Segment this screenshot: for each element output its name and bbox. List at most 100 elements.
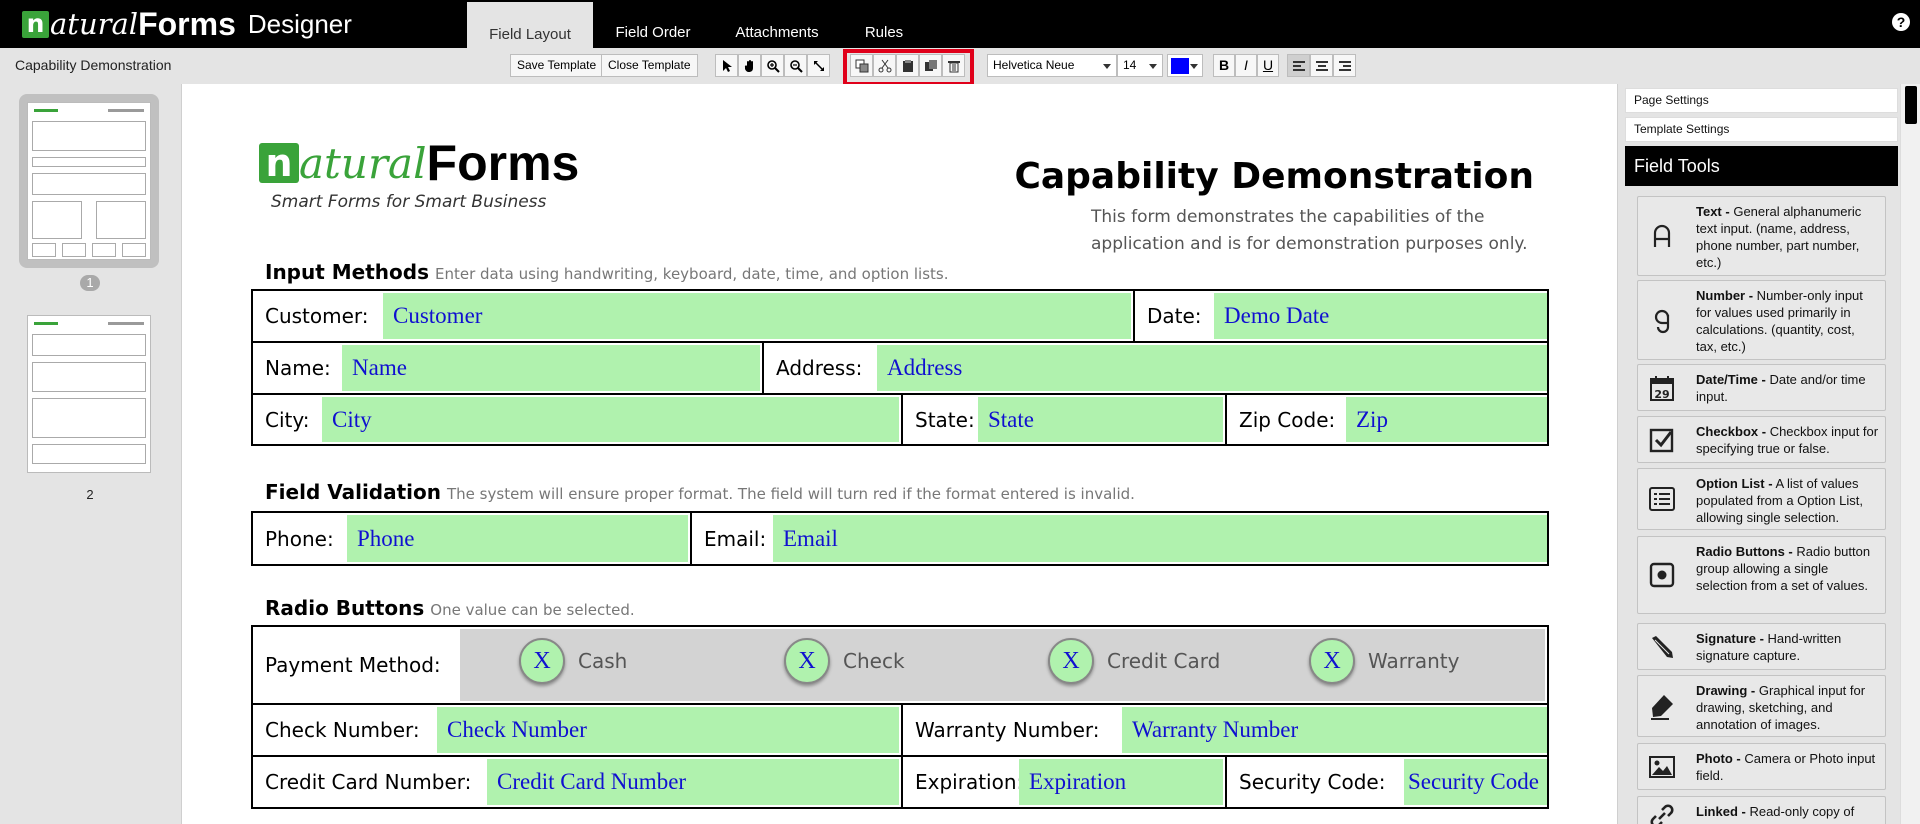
tab-field-order[interactable]: Field Order xyxy=(603,0,703,48)
zip-label: Zip Code: xyxy=(1239,407,1336,432)
name-label: Name: xyxy=(265,356,331,380)
zip-cell: Zip Code: Zip xyxy=(1225,395,1547,444)
form-row-customer: Customer: Customer Date: Demo Date xyxy=(251,289,1549,341)
page-number-1[interactable]: 1 xyxy=(80,275,100,291)
credit-card-number-field[interactable]: Credit Card Number xyxy=(487,759,899,805)
city-label: City: xyxy=(265,407,310,432)
radio-cash[interactable]: X Cash xyxy=(519,638,627,684)
tool-drawing[interactable]: Drawing - Graphical input for drawing, s… xyxy=(1637,675,1886,737)
fit-icon[interactable] xyxy=(807,54,830,77)
form-row-check-number: Check Number: Check Number Warranty Numb… xyxy=(251,703,1549,755)
customer-label: Customer: xyxy=(265,304,369,328)
pointer-icon[interactable] xyxy=(715,54,738,77)
name-field[interactable]: Name xyxy=(342,345,760,391)
tool-photo[interactable]: Photo - Camera or Photo input field. xyxy=(1637,743,1886,790)
radio-cash-button[interactable]: X xyxy=(519,638,565,684)
check-number-field[interactable]: Check Number xyxy=(437,707,899,753)
tool-option-list[interactable]: Option List - A list of values populated… xyxy=(1637,468,1886,530)
tool-name: Number - xyxy=(1696,288,1754,303)
font-size-value: 14 xyxy=(1123,58,1137,72)
address-field[interactable]: Address xyxy=(877,345,1547,391)
page-settings-bar[interactable]: Page Settings xyxy=(1625,88,1898,113)
radio-warranty-button[interactable]: X xyxy=(1309,638,1355,684)
calendar-icon: 29 xyxy=(1638,365,1686,410)
radio-check-button[interactable]: X xyxy=(784,638,830,684)
zip-field[interactable]: Zip xyxy=(1346,397,1547,442)
tool-signature[interactable]: Signature - Hand-written signature captu… xyxy=(1637,623,1886,670)
form-row-credit-card: Credit Card Number: Credit Card Number E… xyxy=(251,755,1549,809)
page-thumbnail-1[interactable] xyxy=(27,102,151,260)
email-field[interactable]: Email xyxy=(773,515,1547,562)
chevron-down-icon xyxy=(1149,64,1157,69)
page-number-2[interactable]: 2 xyxy=(80,487,100,502)
tab-attachments[interactable]: Attachments xyxy=(720,0,834,48)
tool-name: Option List - xyxy=(1696,476,1773,491)
tool-date-time[interactable]: 29 Date/Time - Date and/or time input. xyxy=(1637,364,1886,411)
radio-warranty[interactable]: X Warranty xyxy=(1309,638,1459,684)
align-right-icon[interactable] xyxy=(1333,54,1356,77)
city-cell: City: City xyxy=(253,395,901,444)
security-code-field[interactable]: Security Code xyxy=(1404,759,1547,805)
logo-n: n xyxy=(22,10,49,38)
radio-check[interactable]: X Check xyxy=(784,638,905,684)
tab-field-layout[interactable]: Field Layout xyxy=(467,0,593,48)
delete-icon[interactable] xyxy=(942,54,965,77)
form-canvas[interactable]: n atural Forms Smart Forms for Smart Busin… xyxy=(181,84,1618,824)
link-icon xyxy=(1638,797,1686,824)
radio-credit-card-button[interactable]: X xyxy=(1048,638,1094,684)
radio-credit-card[interactable]: X Credit Card xyxy=(1048,638,1220,684)
city-field[interactable]: City xyxy=(322,397,899,442)
bold-button[interactable]: B xyxy=(1213,54,1235,77)
align-left-icon[interactable] xyxy=(1287,54,1310,77)
tool-name: Radio Buttons - xyxy=(1696,544,1793,559)
section-subtitle: Enter data using handwriting, keyboard, … xyxy=(434,265,949,283)
chevron-down-icon xyxy=(1103,64,1111,69)
form-row-phone: Phone: Phone Email: Email xyxy=(251,511,1549,566)
help-icon[interactable]: ? xyxy=(1892,13,1910,31)
cut-icon[interactable] xyxy=(873,54,896,77)
scrollbar-thumb[interactable] xyxy=(1905,86,1917,124)
hand-pan-icon[interactable] xyxy=(738,54,761,77)
italic-button[interactable]: I xyxy=(1235,54,1257,77)
save-template-button[interactable]: Save Template xyxy=(510,54,604,77)
form-logo-tagline: Smart Forms for Smart Business xyxy=(271,192,547,212)
align-center-icon[interactable] xyxy=(1310,54,1333,77)
logo-designer: Designer xyxy=(247,8,352,39)
state-field[interactable]: State xyxy=(978,397,1223,442)
tool-radio-buttons[interactable]: Radio Buttons - Radio button group allow… xyxy=(1637,536,1886,614)
form-title: Capability Demonstration xyxy=(1014,156,1534,197)
tool-text[interactable]: Text - General alphanumeric text input. … xyxy=(1637,196,1886,276)
expiration-field[interactable]: Expiration xyxy=(1019,759,1223,805)
warranty-number-field[interactable]: Warranty Number xyxy=(1122,707,1547,753)
copy-icon[interactable] xyxy=(850,54,873,77)
font-color-picker[interactable] xyxy=(1167,54,1203,77)
zoom-in-icon[interactable] xyxy=(761,54,784,77)
section-title: Radio Buttons xyxy=(265,596,425,620)
expiration-cell: Expiration: Expiration xyxy=(901,757,1225,807)
radio-cash-label: Cash xyxy=(578,649,628,673)
tab-rules[interactable]: Rules xyxy=(853,0,915,48)
form-row-payment-method: Payment Method: X Cash X Check X Credit … xyxy=(251,625,1549,703)
tool-linked[interactable]: Linked - Read-only copy of xyxy=(1637,796,1886,824)
template-settings-bar[interactable]: Template Settings xyxy=(1625,117,1898,142)
page-thumbnail-2[interactable] xyxy=(27,315,151,473)
font-size-select[interactable]: 14 xyxy=(1117,54,1163,77)
text-tool-icon xyxy=(1638,197,1686,275)
date-field[interactable]: Demo Date xyxy=(1214,293,1547,339)
phone-field[interactable]: Phone xyxy=(347,515,688,562)
tool-checkbox[interactable]: Checkbox - Checkbox input for specifying… xyxy=(1637,416,1886,463)
customer-field[interactable]: Customer xyxy=(383,293,1131,339)
radio-credit-card-label: Credit Card xyxy=(1107,649,1221,673)
tool-name: Date/Time - xyxy=(1696,372,1766,387)
right-panel-scrollbar[interactable] xyxy=(1900,84,1920,824)
font-family-select[interactable]: Helvetica Neue xyxy=(987,54,1117,77)
underline-button[interactable]: U xyxy=(1257,54,1279,77)
tool-number[interactable]: Number - Number-only input for values us… xyxy=(1637,280,1886,360)
credit-card-number-label: Credit Card Number: xyxy=(265,770,472,794)
address-label: Address: xyxy=(776,356,863,380)
zoom-out-icon[interactable] xyxy=(784,54,807,77)
paste-icon[interactable] xyxy=(896,54,919,77)
form-logo: n atural Forms Smart Forms for Smart Busin… xyxy=(259,134,579,212)
close-template-button[interactable]: Close Template xyxy=(601,54,698,77)
duplicate-icon[interactable] xyxy=(919,54,942,77)
